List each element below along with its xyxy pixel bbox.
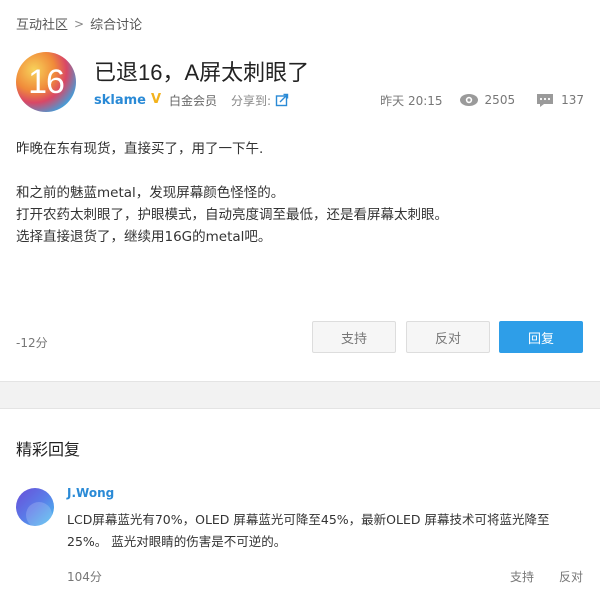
- post-paragraph: 选择直接退货了，继续用16G的metal吧。: [16, 229, 272, 245]
- view-count: 2505: [484, 93, 516, 107]
- section-divider: [0, 381, 600, 409]
- breadcrumb-separator: >: [74, 16, 85, 31]
- author-name[interactable]: sklame: [94, 93, 146, 108]
- reply-oppose-button[interactable]: 反对: [559, 568, 583, 585]
- breadcrumb-root-link[interactable]: 互动社区: [16, 14, 68, 33]
- support-button[interactable]: 支持: [312, 321, 396, 353]
- breadcrumb: 互动社区 > 综合讨论: [16, 14, 142, 34]
- post-meta: sklame V 白金会员 分享到: 昨天 20:15 2505 137: [94, 91, 584, 109]
- post-paragraph: 和之前的魅蓝metal，发现屏幕颜色怪怪的。: [16, 185, 285, 201]
- reply-avatar[interactable]: [16, 488, 54, 526]
- post-body: 昨晚在东有现货，直接买了，用了一下午. 和之前的魅蓝metal，发现屏幕颜色怪怪…: [16, 138, 586, 248]
- oppose-button[interactable]: 反对: [406, 321, 490, 353]
- comment-icon: [537, 94, 554, 107]
- breadcrumb-section-link[interactable]: 综合讨论: [90, 14, 142, 33]
- avatar-text: 16: [28, 62, 65, 101]
- share-icon[interactable]: [275, 93, 289, 107]
- author-avatar[interactable]: 16: [16, 52, 76, 112]
- post-paragraph-blank: [16, 160, 586, 182]
- post-paragraph: 打开农药太刺眼了，护眼模式，自动亮度调至最低，还是看屏幕太刺眼。: [16, 207, 448, 223]
- reply-count: 137: [561, 93, 584, 107]
- share-label: 分享到:: [231, 93, 272, 108]
- member-level: 白金会员: [168, 93, 217, 108]
- reply-button[interactable]: 回复: [499, 321, 583, 353]
- reply-text: LCD屏幕蓝光有70%，OLED 屏幕蓝光可降至45%，最新OLED 屏幕技术可…: [67, 512, 550, 549]
- post-stats: 昨天 20:15 2505 137: [380, 92, 584, 109]
- reply-score: 104分: [67, 570, 102, 584]
- eye-icon: [459, 94, 478, 106]
- reply-support-button[interactable]: 支持: [510, 568, 534, 585]
- highlights-title: 精彩回复: [16, 442, 81, 459]
- post-title: 已退16，A屏太刺眼了: [94, 60, 310, 85]
- post-time: 昨天 20:15: [380, 93, 443, 108]
- verified-badge-icon: V: [150, 92, 162, 107]
- reply-author-name[interactable]: J.Wong: [67, 486, 114, 500]
- post-score: -12分: [16, 336, 48, 350]
- post-paragraph: 昨晚在东有现货，直接买了，用了一下午.: [16, 141, 264, 157]
